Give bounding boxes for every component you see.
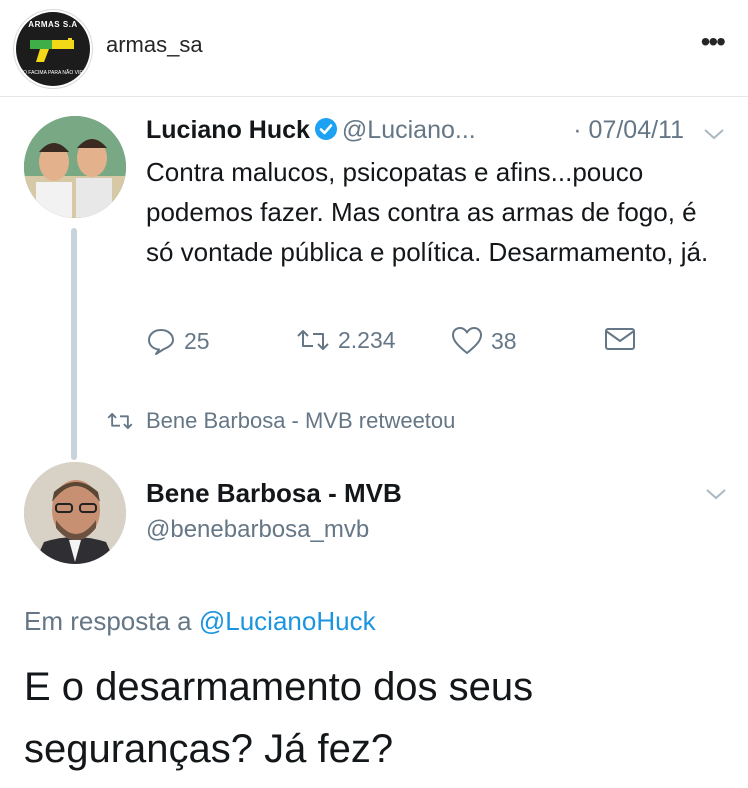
- luciano-avatar[interactable]: [24, 116, 126, 218]
- tweet2-author-handle[interactable]: @benebarbosa_mvb: [146, 516, 369, 544]
- reply-context: Em resposta a @LucianoHuck: [24, 606, 376, 637]
- retweet-button[interactable]: 2.234: [296, 326, 396, 354]
- tweet2-author-name[interactable]: Bene Barbosa - MVB: [146, 478, 402, 509]
- tweet2-text: E o desarmamento dos seus seguranças? Já…: [24, 665, 534, 771]
- reply-icon: [148, 329, 174, 355]
- thread-line: [71, 228, 77, 460]
- chevron-down-icon[interactable]: [702, 120, 726, 149]
- avatar-logo-subtext: NÃO FACIMA PARA NÃO VIRAR: [16, 70, 90, 76]
- tweet1-author-name[interactable]: Luciano Huck: [146, 116, 310, 144]
- envelope-icon: [605, 328, 635, 350]
- tweet1-author-handle[interactable]: @Luciano...: [342, 116, 476, 144]
- retweeted-by-label[interactable]: Bene Barbosa - MVB retweetou: [146, 408, 455, 434]
- like-button[interactable]: 38: [451, 326, 517, 356]
- chevron-down-icon[interactable]: [704, 486, 728, 507]
- retweet-small-icon: [107, 412, 133, 430]
- like-count: 38: [491, 327, 517, 354]
- account-username[interactable]: armas_sa: [106, 32, 203, 58]
- heart-icon: [452, 327, 482, 354]
- reply-count: 25: [184, 327, 210, 354]
- retweet-count: 2.234: [338, 326, 396, 353]
- tweet1-header: Luciano Huck @Luciano... · 07/04/11: [146, 116, 736, 150]
- direct-message-button[interactable]: [604, 326, 644, 352]
- reply-button[interactable]: 25: [146, 326, 210, 356]
- more-options-icon[interactable]: •••: [701, 28, 726, 56]
- retweet-icon: [297, 330, 329, 350]
- reply-mention-link[interactable]: @LucianoHuck: [199, 606, 376, 636]
- post-header: ARMAS S.A NÃO FACIMA PARA NÃO VIRAR arma…: [0, 0, 748, 97]
- avatar-photo-icon: [24, 462, 126, 564]
- retweeted-by-bar: Bene Barbosa - MVB retweetou: [106, 408, 455, 434]
- tweet1-actions: 25 2.234 38: [146, 326, 646, 366]
- verified-badge-icon: [314, 117, 338, 148]
- account-avatar[interactable]: ARMAS S.A NÃO FACIMA PARA NÃO VIRAR: [16, 12, 90, 86]
- tweet1-text: Contra malucos, psicopatas e afins...pou…: [146, 157, 709, 267]
- avatar-photo-icon: [24, 116, 126, 218]
- reply-prefix: Em resposta a: [24, 606, 199, 636]
- tweet1-date[interactable]: · 07/04/11: [573, 116, 684, 145]
- bene-avatar[interactable]: [24, 462, 126, 564]
